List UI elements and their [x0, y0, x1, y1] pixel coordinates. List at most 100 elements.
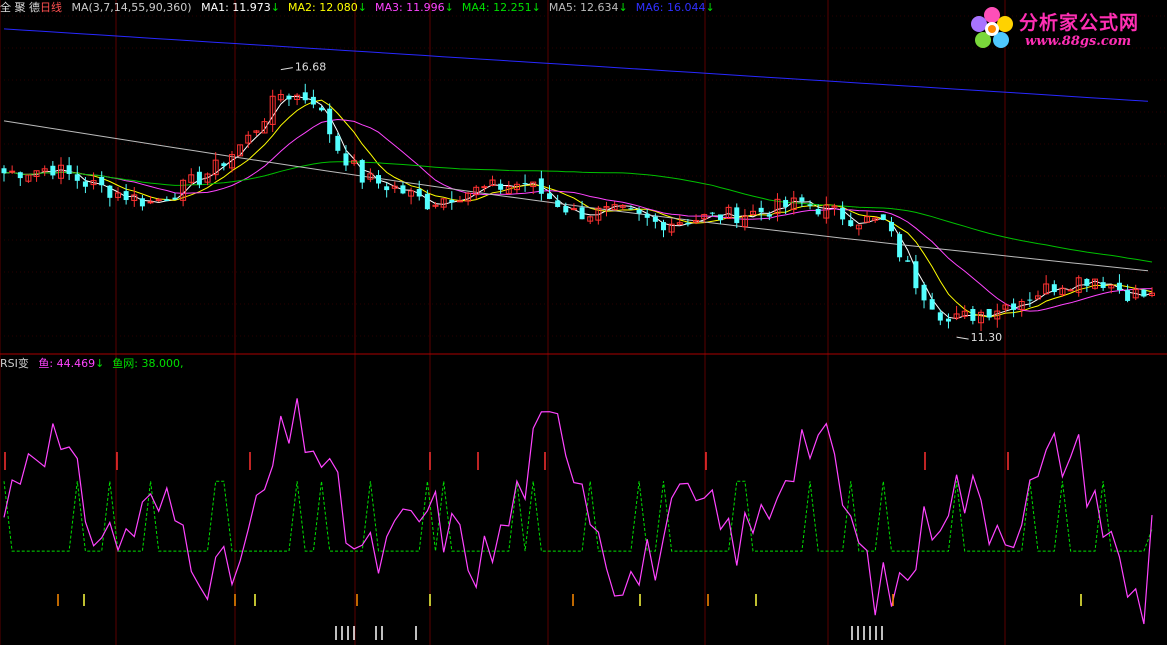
- candle-body: [660, 222, 666, 231]
- candle-body: [807, 204, 813, 206]
- main-chart-header: 全 聚 德日线 MA(3,7,14,55,90,360) MA1: 11.973…: [0, 0, 729, 16]
- stock-chart: 16.68 11.30: [0, 0, 1167, 645]
- ma-arrow-4: ↓: [618, 1, 628, 14]
- candle-body: [1141, 289, 1147, 297]
- candle-body: [913, 261, 919, 289]
- candle-body: [286, 95, 292, 100]
- candlestick-series: [1, 83, 1155, 332]
- candle-body: [628, 208, 634, 210]
- candle-body: [164, 199, 170, 202]
- candle-body: [17, 172, 23, 179]
- candle-body: [717, 214, 723, 221]
- candle-body: [310, 96, 316, 105]
- candle-body: [799, 197, 805, 202]
- candle-body: [783, 199, 789, 207]
- logo-url: www.88gs.com: [1025, 34, 1132, 49]
- candle-body: [921, 284, 927, 301]
- candle-body: [1051, 284, 1057, 293]
- candle-body: [986, 308, 992, 318]
- candle-body: [897, 234, 903, 258]
- candle-body: [905, 260, 911, 262]
- candle-body: [343, 153, 349, 166]
- candle-body: [376, 175, 382, 184]
- candle-body: [522, 183, 528, 185]
- candle-body: [99, 176, 105, 186]
- candle-body: [570, 208, 577, 211]
- rsi-indicator: [3, 398, 1153, 625]
- candle-body: [172, 197, 178, 200]
- candle-body: [1011, 303, 1017, 310]
- ma-2: MA3: 11.996: [374, 1, 445, 14]
- rsi-0: 鱼: 44.469: [38, 357, 96, 370]
- candle-body: [498, 183, 504, 190]
- ma-arrow-5: ↓: [705, 1, 715, 14]
- logo-title: 分析家公式网: [1019, 12, 1140, 34]
- candle-body: [424, 193, 430, 210]
- candle-body: [945, 318, 951, 322]
- ma-values: MA1: 11.973↓ MA2: 12.080↓ MA3: 11.996↓ MA4:…: [201, 1, 723, 14]
- candle-body: [579, 207, 585, 220]
- ma-arrow-3: ↓: [531, 1, 541, 14]
- candle-body: [400, 185, 406, 194]
- flower-logo-icon: [971, 7, 1013, 48]
- candle-body: [652, 216, 658, 222]
- candle-body: [937, 312, 943, 321]
- candle-body: [709, 212, 715, 214]
- ma-arrow-0: ↓: [270, 1, 281, 14]
- candle-body: [766, 214, 772, 217]
- ma-arrow-1: ↓: [357, 1, 367, 14]
- candle-body: [416, 189, 422, 197]
- candle-body: [9, 170, 16, 173]
- candle-body: [319, 107, 325, 111]
- candle-body: [74, 174, 80, 181]
- ma-3: MA4: 12.251: [461, 1, 532, 14]
- ma-0: MA1: 11.973: [201, 1, 271, 14]
- annotation-low: 11.30: [971, 331, 1003, 344]
- candle-body: [547, 193, 553, 199]
- candle-body: [1027, 299, 1033, 301]
- candle-body: [384, 186, 390, 191]
- candle-body: [302, 92, 308, 101]
- candle-body: [335, 135, 341, 151]
- ma-1: MA2: 12.080: [288, 1, 358, 14]
- rsi-arrow-0: ↓: [95, 357, 105, 370]
- candle-body: [481, 186, 488, 189]
- annotation-leader: [280, 67, 293, 71]
- candle-body: [848, 220, 854, 227]
- candle-body: [840, 207, 846, 220]
- candle-body: [685, 222, 691, 225]
- rsi-1: 鱼网: 38.000,: [112, 357, 184, 370]
- ma-5: MA6: 16.044: [635, 1, 706, 14]
- candle-body: [758, 207, 764, 213]
- candle-body: [82, 181, 88, 187]
- rsi-header: RSI变 鱼: 44.469↓ 鱼网: 38.000,: [0, 356, 198, 372]
- candle-body: [880, 214, 886, 220]
- candle-body: [815, 208, 821, 215]
- price-annotations: 16.68 11.30: [280, 61, 1003, 344]
- stock-name[interactable]: 全 聚 德: [0, 1, 40, 14]
- candle-body: [734, 207, 740, 224]
- candle-body: [359, 160, 365, 183]
- candle-body: [1067, 289, 1074, 292]
- fish-net-line: [3, 480, 1153, 552]
- fish-line: [3, 398, 1153, 625]
- candle-body: [970, 309, 976, 321]
- candle-body: [196, 171, 202, 185]
- candle-body: [327, 108, 333, 135]
- ma-title: MA(3,7,14,55,90,360): [71, 1, 192, 14]
- candle-body: [644, 213, 650, 218]
- candle-body: [1116, 282, 1122, 291]
- ma5-line: [3, 120, 1149, 272]
- ma-arrow-2: ↓: [444, 1, 454, 14]
- candle-body: [1084, 278, 1090, 286]
- signal-ticks: [4, 452, 1082, 640]
- period-label[interactable]: 日线: [40, 1, 62, 14]
- candle-body: [538, 178, 544, 194]
- rsi-title: RSI变: [0, 357, 29, 370]
- candle-body: [456, 200, 463, 203]
- candle-body: [1125, 290, 1131, 301]
- candle-body: [1, 168, 7, 174]
- candle-body: [66, 165, 72, 174]
- candle-body: [123, 191, 129, 201]
- site-logo: 分析家公式网 www.88gs.com: [969, 4, 1159, 58]
